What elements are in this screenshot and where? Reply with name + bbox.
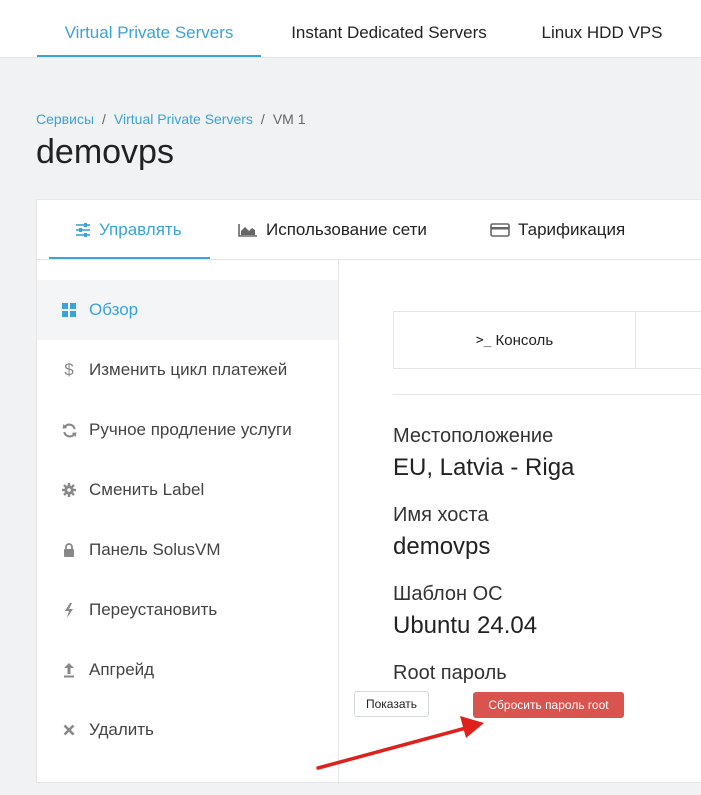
location-label: Местоположение (393, 425, 554, 447)
active-tab-underline (37, 55, 261, 57)
grid-icon (61, 303, 77, 317)
lock-icon (61, 543, 77, 557)
console-button[interactable]: >_ Консоль (394, 312, 636, 368)
gear-icon (61, 483, 77, 497)
tab-network-usage-label: Использование сети (266, 220, 427, 239)
nav-tab-linux-hdd-vps[interactable]: Linux HDD VPS (527, 0, 677, 58)
sidebar-item-label: Панель SolusVM (89, 540, 221, 559)
tab-manage[interactable]: Управлять (75, 200, 182, 260)
hostname-label: Имя хоста (393, 504, 489, 526)
nav-tab-instant-dedicated-servers[interactable]: Instant Dedicated Servers (271, 0, 507, 58)
sidebar-item-manual-renewal[interactable]: Ручное продление услуги (37, 400, 338, 460)
card-tab-underline (49, 257, 210, 259)
sidebar-item-label: Сменить Label (89, 480, 205, 499)
breadcrumb: Сервисы / Virtual Private Servers / VM 1 (36, 111, 306, 127)
credit-card-icon (490, 223, 510, 237)
sidebar-item-change-billing-cycle[interactable]: $ Изменить цикл платежей (37, 340, 338, 400)
nav-tab-virtual-private-servers[interactable]: Virtual Private Servers (37, 0, 261, 58)
sidebar-item-label: Обзор (89, 300, 139, 319)
tab-manage-label: Управлять (99, 220, 182, 239)
breadcrumb-services[interactable]: Сервисы (36, 111, 94, 127)
sidebar-item-label: Переустановить (89, 600, 218, 619)
breadcrumb-separator: / (102, 111, 106, 127)
root-password-label: Root пароль (393, 662, 507, 684)
area-chart-icon (238, 224, 257, 237)
sidebar-item-upgrade[interactable]: Апгрейд (37, 640, 338, 700)
sidebar-item-delete[interactable]: Удалить (37, 700, 338, 760)
os-template-label: Шаблон ОС (393, 583, 503, 605)
sidebar-item-reinstall[interactable]: Переустановить (37, 580, 338, 640)
refresh-icon (61, 423, 77, 438)
close-icon (61, 724, 77, 736)
card-tabs: Управлять Использование сети Тарификация (37, 200, 701, 260)
sliders-icon (76, 223, 90, 237)
sidebar-item-label: Изменить цикл платежей (89, 360, 288, 379)
sidebar-item-label: Удалить (89, 720, 154, 739)
annotation-arrow-icon (316, 716, 484, 770)
console-button-label: Консоль (495, 331, 554, 349)
terminal-icon: >_ (475, 332, 492, 348)
upload-icon (61, 662, 77, 678)
divider (393, 394, 701, 395)
sidebar-item-solusvm-panel[interactable]: Панель SolusVM (37, 520, 338, 580)
breadcrumb-separator: / (260, 111, 265, 127)
tab-billing-label: Тарификация (518, 220, 626, 239)
page-title: demovps (36, 133, 174, 171)
sidebar-item-label: Апгрейд (89, 660, 155, 679)
top-navigation: Virtual Private Servers Instant Dedicate… (0, 0, 701, 58)
sidebar: Обзор $ Изменить цикл платежей Ручное пр… (37, 260, 339, 784)
hostname-value: demovps (393, 533, 491, 560)
sidebar-item-label: Ручное продление услуги (89, 420, 292, 439)
action-buttons-group: >_ Консоль (393, 311, 701, 369)
bolt-icon (61, 602, 77, 618)
dollar-icon: $ (64, 360, 74, 379)
os-template-value: Ubuntu 24.04 (393, 612, 538, 639)
sidebar-item-overview[interactable]: Обзор (37, 280, 338, 340)
location-value: EU, Latvia - Riga (393, 454, 575, 481)
tab-network-usage[interactable]: Использование сети (238, 200, 427, 260)
breadcrumb-current: VM 1 (272, 111, 306, 127)
tab-billing[interactable]: Тарификация (490, 200, 625, 260)
breadcrumb-virtual-private-servers[interactable]: Virtual Private Servers (114, 111, 253, 127)
sidebar-item-change-label[interactable]: Сменить Label (37, 460, 338, 520)
